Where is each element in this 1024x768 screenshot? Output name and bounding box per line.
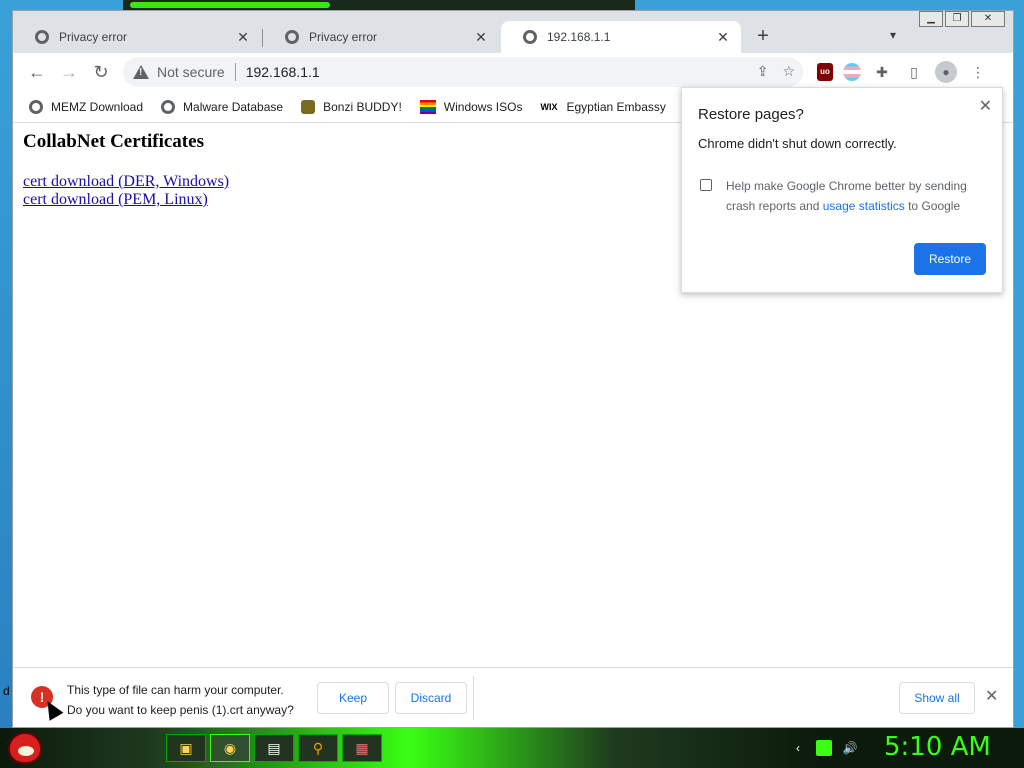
back-button[interactable]: ←	[21, 56, 53, 88]
address-bar[interactable]: Not secure 192.168.1.1 ⇪ ☆	[123, 57, 803, 87]
globe-icon	[523, 30, 537, 44]
help-text-end: to Google	[904, 199, 961, 213]
notepad-taskbar-icon[interactable]: ▤	[254, 734, 294, 762]
download-bar-close-icon[interactable]: ✕	[985, 686, 998, 706]
wix-icon: WIX	[540, 101, 558, 112]
usage-statistics-link[interactable]: usage statistics	[823, 199, 905, 213]
system-tray: ‹ 🔊	[790, 740, 858, 756]
window-glow	[130, 2, 330, 8]
bookmark-windows-isos[interactable]: Windows ISOs	[419, 99, 523, 114]
tab-title: Privacy error	[59, 30, 128, 44]
file-explorer-taskbar-icon[interactable]: ▣	[166, 734, 206, 762]
restore-pages-dialog: Restore pages? ✕ Chrome didn't shut down…	[681, 87, 1003, 293]
bookmark-memz-download[interactable]: MEMZ Download	[29, 99, 144, 114]
tray-chevron-icon[interactable]: ‹	[790, 740, 806, 756]
omnibox-separator	[234, 63, 236, 81]
tab-close-icon[interactable]: ✕	[473, 29, 489, 46]
bookmark-malware-database[interactable]: Malware Database	[161, 99, 284, 114]
page-title: CollabNet Certificates	[23, 131, 204, 152]
minimize-button[interactable]: ▁	[919, 11, 943, 27]
tab-privacy-error-2[interactable]: Privacy error ✕	[263, 21, 499, 53]
star-icon[interactable]: ☆	[782, 63, 795, 80]
window-close-button[interactable]: ✕	[971, 11, 1005, 27]
desktop-background-left	[0, 10, 12, 730]
download-bar: ! This type of file can harm your comput…	[13, 667, 1013, 727]
tab-close-icon[interactable]: ✕	[715, 29, 731, 46]
forward-button[interactable]: →	[53, 56, 85, 88]
tab-192-168-1-1[interactable]: 192.168.1.1 ✕	[501, 21, 741, 53]
crash-report-checkbox[interactable]	[700, 179, 712, 191]
taskbar-apps: ▣ ◉ ▤ ⚲ ▦	[166, 734, 382, 762]
tab-title: Privacy error	[309, 30, 378, 44]
dialog-description: Chrome didn't shut down correctly.	[698, 136, 897, 151]
bookmark-label: Bonzi BUDDY!	[323, 99, 402, 114]
download-warning-line2: Do you want to keep penis (1).crt anyway…	[67, 703, 294, 717]
omnibox-actions: ⇪ ☆	[757, 63, 795, 80]
trans-flag-icon[interactable]	[843, 63, 861, 81]
menu-kebab-icon[interactable]: ⋮	[967, 61, 989, 83]
reload-button[interactable]: ↻	[85, 56, 117, 88]
browser-toolbar: ← → ↻ Not secure 192.168.1.1 ⇪ ☆ uo ✚ ▯ …	[13, 53, 1013, 91]
bookmark-egyptian-embassy[interactable]: WIX Egyptian Embassy	[540, 100, 665, 114]
bookmark-label: Egyptian Embassy	[566, 99, 666, 114]
chrome-taskbar-icon[interactable]: ◉	[210, 734, 250, 762]
url-text[interactable]: 192.168.1.1	[246, 64, 320, 80]
download-warning-text: This type of file can harm your computer…	[67, 680, 294, 720]
side-panel-icon[interactable]: ▯	[903, 61, 925, 83]
tab-strip: Privacy error ✕ Privacy error ✕ 192.168.…	[13, 11, 1013, 53]
tab-search-chevron-icon[interactable]: ▾	[883, 25, 903, 45]
download-warning-line1: This type of file can harm your computer…	[67, 683, 284, 697]
tab-title: 192.168.1.1	[547, 30, 611, 44]
bonzi-icon	[301, 99, 316, 114]
globe-icon	[285, 30, 299, 44]
crash-report-label: Help make Google Chrome better by sendin…	[726, 176, 990, 216]
dialog-title: Restore pages?	[698, 106, 804, 123]
tab-close-icon[interactable]: ✕	[235, 29, 251, 46]
extensions-puzzle-icon[interactable]: ✚	[871, 61, 893, 83]
globe-icon	[161, 99, 176, 114]
window-controls: ▁ ❐ ✕	[919, 11, 1005, 27]
extension-area: uo ✚ ▯ ● ⋮	[817, 53, 989, 91]
maximize-button[interactable]: ❐	[945, 11, 969, 27]
taskbar-clock[interactable]: 5:10 AM	[884, 732, 991, 762]
start-button-angry-bird-icon[interactable]	[8, 732, 42, 764]
globe-icon	[29, 99, 43, 114]
volume-icon[interactable]: 🔊	[842, 740, 858, 756]
search-taskbar-icon[interactable]: ⚲	[298, 734, 338, 762]
download-links: cert download (DER, Windows) cert downlo…	[23, 173, 229, 209]
bookmark-bonzi-buddy[interactable]: Bonzi BUDDY!	[301, 99, 402, 114]
rainbow-flag-icon	[419, 99, 436, 114]
new-tab-button[interactable]: +	[751, 25, 775, 49]
cert-pem-linux-link[interactable]: cert download (PEM, Linux)	[23, 191, 229, 209]
globe-icon	[35, 30, 49, 44]
bookmark-label: Malware Database	[183, 99, 284, 114]
network-icon[interactable]	[816, 740, 832, 756]
bookmark-label: MEMZ Download	[51, 99, 144, 114]
profile-avatar-icon[interactable]: ●	[935, 61, 957, 83]
keep-button[interactable]: Keep	[317, 682, 389, 714]
dialog-close-icon[interactable]: ✕	[979, 96, 992, 116]
media-taskbar-icon[interactable]: ▦	[342, 734, 382, 762]
security-status[interactable]: Not secure	[157, 64, 225, 80]
warning-icon[interactable]	[133, 65, 149, 79]
discard-button[interactable]: Discard	[395, 682, 467, 714]
restore-button[interactable]: Restore	[914, 243, 986, 275]
cert-der-windows-link[interactable]: cert download (DER, Windows)	[23, 173, 229, 191]
ublock-icon[interactable]: uo	[817, 63, 833, 81]
taskbar: ▣ ◉ ▤ ⚲ ▦ ‹ 🔊 5:10 AM	[0, 728, 1024, 768]
show-all-button[interactable]: Show all	[899, 682, 975, 714]
tab-privacy-error-1[interactable]: Privacy error ✕	[13, 21, 261, 53]
bookmark-label: Windows ISOs	[443, 99, 523, 114]
desktop-edge-text: d	[3, 684, 10, 698]
download-bar-separator	[473, 676, 474, 720]
share-icon[interactable]: ⇪	[757, 63, 769, 80]
browser-window: Privacy error ✕ Privacy error ✕ 192.168.…	[12, 10, 1014, 728]
